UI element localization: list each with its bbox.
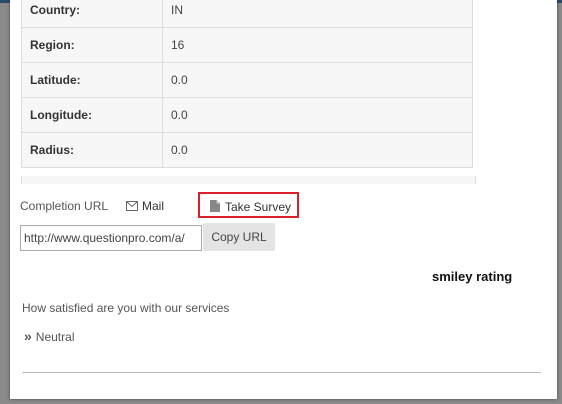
take-survey-label: Take Survey [225,199,292,214]
completion-url-label: Completion URL [20,199,109,213]
response-detail-panel: Country: IN Region: 16 Latitude: 0.0 Lon… [10,0,557,399]
survey-url-input[interactable] [20,225,202,251]
document-icon [210,200,220,212]
envelope-icon [126,201,138,211]
double-chevron-right-icon: » [24,328,32,344]
question-title: smiley rating [432,269,513,284]
answer-row: » Neutral [24,328,74,344]
longitude-label: Longitude: [21,97,163,133]
radius-label: Radius: [21,132,163,168]
mail-label: Mail [142,198,165,213]
location-details-table: Country: IN Region: 16 Latitude: 0.0 Lon… [21,0,473,168]
table-row: Longitude: 0.0 [21,97,473,133]
latitude-value: 0.0 [162,62,473,98]
country-value: IN [162,0,473,28]
table-row: Radius: 0.0 [21,132,473,168]
table-bottom-edge [21,176,476,184]
radius-value: 0.0 [162,132,473,168]
copy-url-button[interactable]: Copy URL [203,223,275,251]
table-row: Region: 16 [21,27,473,63]
question-text: How satisfied are you with our services [22,301,230,315]
take-survey-link[interactable]: Take Survey [198,192,299,218]
country-label: Country: [21,0,163,28]
longitude-value: 0.0 [162,97,473,133]
region-label: Region: [21,27,163,63]
mail-link[interactable]: Mail [126,198,164,213]
table-row: Latitude: 0.0 [21,62,473,98]
latitude-label: Latitude: [21,62,163,98]
table-row: Country: IN [21,0,473,28]
answer-value: Neutral [35,330,75,344]
divider [22,372,541,373]
region-value: 16 [162,27,473,63]
